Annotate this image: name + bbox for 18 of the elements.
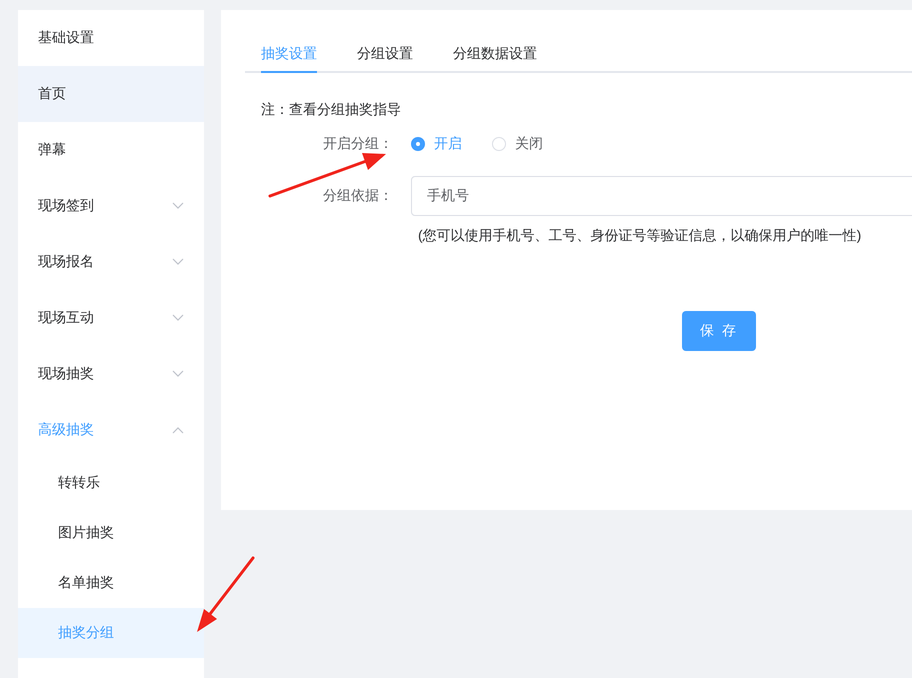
tab[interactable]: 分组数据设置 xyxy=(453,33,537,73)
sidebar-item[interactable]: 现场互动 xyxy=(18,290,204,346)
sidebar-item[interactable]: 现场抽奖 xyxy=(18,346,204,402)
input-field[interactable]: 手机号 xyxy=(411,176,912,216)
field-label: 分组依据： xyxy=(322,187,393,205)
note-text: 注：查看分组抽奖指导 xyxy=(261,100,402,119)
radio-option[interactable]: 关闭 xyxy=(492,135,543,153)
sidebar-item[interactable]: 首页 xyxy=(18,66,204,122)
tab[interactable]: 分组设置 xyxy=(357,33,413,73)
hint-text: (您可以使用手机号、工号、身份证号等验证信息，以确保用户的唯一性) xyxy=(418,226,862,244)
sidebar-item[interactable]: 图片抽奖 xyxy=(18,508,204,558)
field-label: 开启分组： xyxy=(322,135,393,153)
sidebar-item[interactable]: 现场签到 xyxy=(18,178,204,234)
sidebar-item[interactable]: 弹幕 xyxy=(18,122,204,178)
sidebar-item[interactable]: 基础设置 xyxy=(18,10,204,66)
sidebar-item[interactable]: 名单抽奖 xyxy=(18,558,204,608)
sidebar-item[interactable]: 转转乐 xyxy=(18,458,204,508)
sidebar-item[interactable]: 现场报名 xyxy=(18,234,204,290)
